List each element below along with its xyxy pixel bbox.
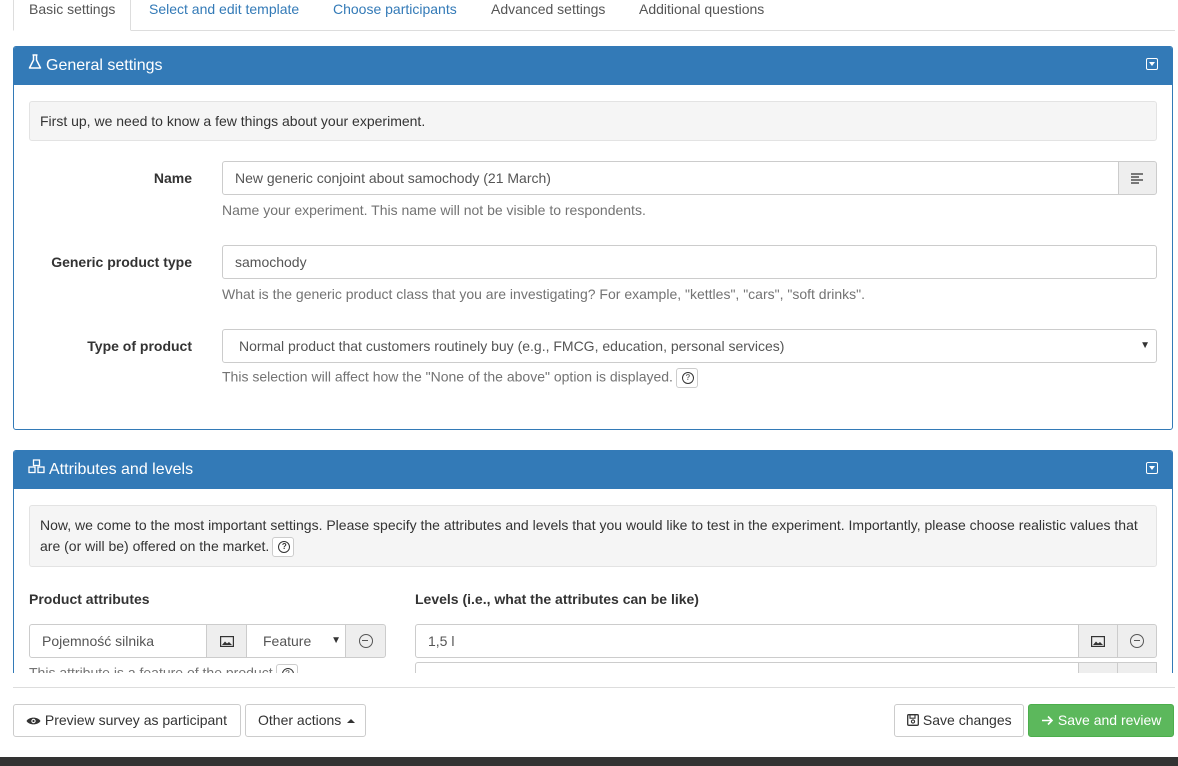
save-and-review-label: Save and review [1057,712,1162,728]
level-input-next[interactable] [415,662,1079,673]
tab-choose-participants[interactable]: Choose participants [333,0,457,30]
type-of-product-select[interactable]: Normal product that customers routinely … [222,329,1157,363]
product-type-input[interactable]: samochody [222,245,1157,279]
other-actions-button[interactable]: Other actions [245,704,366,737]
attribute-name-input[interactable]: Pojemność silnika [29,624,207,658]
general-intro: First up, we need to know a few things a… [29,101,1157,141]
save-icon [907,714,919,726]
type-of-product-label: Type of product [87,338,192,354]
eye-icon [26,717,41,725]
type-of-product-help: This selection will affect how the "None… [222,368,673,385]
template-text-button[interactable] [1118,161,1157,195]
tab-additional-questions[interactable]: Additional questions [639,0,764,30]
type-of-product-help-row: This selection will affect how the "None… [222,368,698,388]
level-image-button-next[interactable] [1078,662,1118,673]
save-changes-label: Save changes [922,712,1012,728]
remove-attribute-button[interactable] [345,624,386,658]
attributes-intro-box: Now, we come to the most important setti… [29,505,1157,567]
flask-icon [28,47,42,85]
product-attributes-heading: Product attributes [29,591,150,607]
level-input[interactable]: 1,5 l [415,624,1079,658]
attribute-help-row: This attribute is a feature of the produ… [29,664,298,673]
preview-survey-label: Preview survey as participant [44,712,227,728]
footer-divider [13,687,1175,688]
name-input[interactable]: New generic conjoint about samochody (21… [222,161,1119,195]
other-actions-label: Other actions [258,712,342,728]
question-icon: ? [681,372,694,384]
product-type-help: What is the generic product class that y… [222,286,865,302]
page-footer-bar [0,757,1178,766]
attribute-help: This attribute is a feature of the produ… [29,664,273,673]
remove-level-button[interactable] [1117,624,1157,658]
tab-select-edit-template[interactable]: Select and edit template [149,0,299,30]
minus-circle-icon [358,634,373,648]
remove-level-button-next[interactable] [1117,662,1157,673]
type-of-product-value: Normal product that customers routinely … [239,338,785,354]
attributes-panel: Attributes and levels Now, we come to th… [13,450,1173,673]
tab-basic-settings[interactable]: Basic settings [13,0,132,31]
general-settings-header[interactable]: General settings [14,47,1172,85]
attributes-header[interactable]: Attributes and levels [14,451,1172,489]
general-settings-title: General settings [46,57,163,75]
arrow-right-icon [1042,715,1054,726]
tab-advanced-settings[interactable]: Advanced settings [491,0,605,30]
attribute-kind-select[interactable]: Feature ▼ [246,624,346,658]
name-label: Name [153,170,192,186]
product-type-label: Generic product type [51,254,192,270]
dropdown-arrow-icon: ▼ [331,635,341,646]
cubes-icon [28,451,45,489]
dropdown-arrow-icon: ▼ [1140,340,1150,351]
minus-circle-icon [1130,634,1144,648]
settings-tabs: Basic settings Select and edit template … [13,0,1175,31]
align-left-icon [1131,172,1143,184]
save-changes-button[interactable]: Save changes [894,704,1024,737]
attributes-title: Attributes and levels [49,461,194,479]
preview-survey-button[interactable]: Preview survey as participant [13,704,241,737]
help-button[interactable]: ? [272,537,295,558]
attribute-kind-value: Feature [263,633,312,649]
caret-up-icon [347,719,356,723]
general-settings-panel: General settings First up, we need to kn… [13,46,1173,430]
collapse-icon[interactable] [1146,58,1158,70]
level-image-button[interactable] [1078,624,1118,658]
levels-heading: Levels (i.e., what the attributes can be… [415,591,699,607]
collapse-icon[interactable] [1146,462,1158,474]
question-icon: ? [281,668,294,673]
save-and-review-button[interactable]: Save and review [1028,704,1174,737]
help-button[interactable]: ? [275,664,298,673]
help-button[interactable]: ? [675,368,698,388]
attributes-intro: Now, we come to the most important setti… [40,517,1138,554]
name-help: Name your experiment. This name will not… [222,202,646,218]
question-icon: ? [278,541,291,554]
image-icon [1091,635,1105,647]
attribute-image-button[interactable] [206,624,247,658]
image-icon [219,635,234,647]
